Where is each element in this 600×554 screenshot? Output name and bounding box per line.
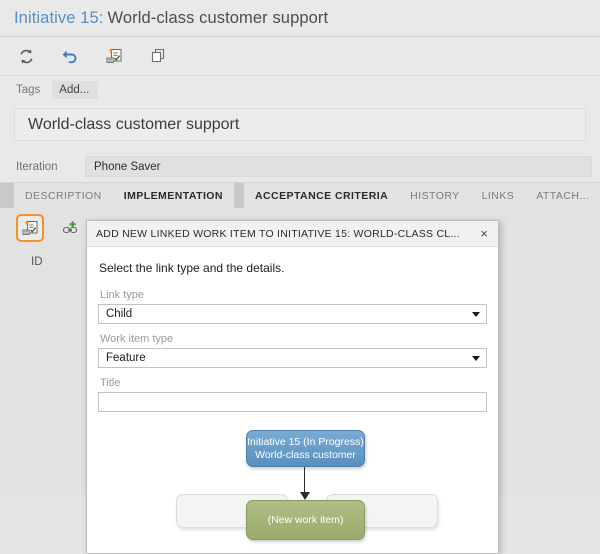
parent-node: Initiative 15 (In Progress) World-class … (246, 430, 365, 467)
tags-label: Tags (16, 84, 41, 96)
work-item-form-window: Initiative 15: World-class customer supp… (0, 0, 600, 554)
copy-icon[interactable] (144, 42, 172, 70)
tab-description[interactable]: DESCRIPTION (14, 183, 113, 208)
add-tag-button[interactable]: Add... (52, 81, 99, 99)
undo-icon[interactable] (56, 42, 84, 70)
tags-row: Tags Add... (0, 76, 600, 104)
add-link-icon[interactable] (56, 214, 84, 242)
title-input[interactable]: World-class customer support (14, 108, 586, 141)
close-icon[interactable]: × (477, 227, 491, 240)
parent-node-line2: World-class customer (255, 448, 356, 461)
dialog-header: ADD NEW LINKED WORK ITEM TO INITIATIVE 1… (87, 221, 498, 247)
tab-group-right: ACCEPTANCE CRITERIA HISTORY LINKS ATTACH… (243, 183, 600, 208)
link-arrow-head-icon (300, 492, 310, 500)
iteration-label: Iteration (16, 160, 58, 173)
tab-attachments[interactable]: ATTACH... (525, 183, 600, 208)
link-type-select[interactable]: Child (98, 304, 487, 324)
title-field-wrapper: World-class customer support (0, 104, 600, 151)
new-title-label: Title (100, 377, 121, 389)
new-title-input[interactable] (98, 392, 487, 412)
tab-history[interactable]: HISTORY (399, 183, 470, 208)
tab-implementation[interactable]: IMPLEMENTATION (113, 183, 234, 208)
new-work-item-label: (New work item) (267, 513, 344, 526)
work-item-type-label: Work item type (100, 333, 174, 345)
iteration-input[interactable]: Phone Saver (85, 156, 592, 177)
iteration-row: Iteration Phone Saver (0, 151, 600, 183)
work-item-id-label: Initiative 15: (14, 8, 104, 27)
link-type-value: Child (106, 308, 133, 320)
work-item-type-select[interactable]: Feature (98, 348, 487, 368)
dialog-instruction: Select the link type and the details. (99, 261, 285, 275)
new-work-item-node: (New work item) (246, 500, 365, 540)
tab-strip: DESCRIPTION IMPLEMENTATION ACCEPTANCE CR… (0, 183, 600, 208)
tab-links[interactable]: LINKS (471, 183, 526, 208)
link-preview-diagram: Initiative 15 (In Progress) World-class … (98, 422, 487, 550)
refresh-icon[interactable] (12, 42, 40, 70)
page-title: Initiative 15: World-class customer supp… (0, 0, 600, 37)
tab-acceptance-criteria[interactable]: ACCEPTANCE CRITERIA (244, 183, 399, 208)
parent-node-line1: Initiative 15 (In Progress) (247, 435, 364, 448)
dialog-body: Select the link type and the details. Li… (87, 247, 498, 550)
add-linked-work-item-dialog: ADD NEW LINKED WORK ITEM TO INITIATIVE 1… (86, 220, 499, 554)
tab-group-left: DESCRIPTION IMPLEMENTATION (14, 183, 234, 208)
link-arrow-line (304, 467, 305, 494)
new-linked-work-item-icon[interactable] (100, 42, 128, 70)
work-item-type-value: Feature (106, 352, 146, 364)
work-item-title-label: World-class customer support (107, 8, 329, 27)
link-type-label: Link type (100, 289, 145, 301)
form-toolbar (0, 37, 600, 76)
chevron-down-icon (472, 356, 480, 361)
dialog-title: ADD NEW LINKED WORK ITEM TO INITIATIVE 1… (96, 227, 460, 240)
new-linked-work-item-icon[interactable] (16, 214, 44, 242)
chevron-down-icon (472, 312, 480, 317)
